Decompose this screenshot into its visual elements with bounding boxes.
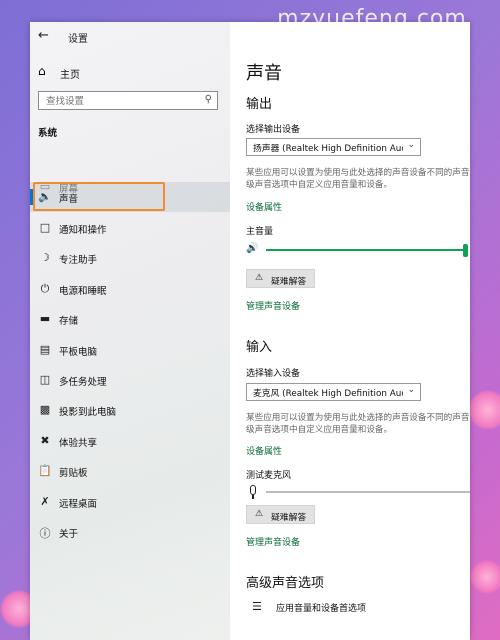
volume-track[interactable] (266, 244, 468, 257)
home-label: 主页 (60, 70, 80, 81)
output-heading: 输出 (246, 97, 273, 112)
sliders-icon: ☰ (252, 600, 262, 613)
settings-window: ← 设置 ⌂ 主页 ⚲ 系统 ▭ 屏幕 🔈 声音 □ 通知和操作 ☽ 专注助手 (30, 22, 470, 640)
microphone-stem (252, 495, 254, 499)
output-description-line1: 某些应用可以设置为使用与此处选择的声音设备不同的声音 (246, 168, 470, 178)
input-device-label: 选择输入设备 (246, 369, 301, 379)
warning-icon: ⚠ (255, 509, 264, 519)
microphone-level-meter (246, 485, 470, 501)
chevron-down-icon: ⌄ (407, 140, 415, 150)
project-icon: ▩ (39, 403, 51, 416)
search-icon[interactable]: ⚲ (205, 94, 212, 105)
volume-thumb[interactable] (463, 244, 468, 257)
sidebar-item-label: 存储 (59, 316, 79, 327)
sidebar-item-multitasking[interactable]: ◫ 多任务处理 (30, 365, 230, 395)
volume-label: 主音量 (246, 227, 274, 237)
section-label: 系统 (38, 128, 58, 139)
output-manage-devices-link[interactable]: 管理声音设备 (246, 299, 300, 312)
page-title: 声音 (246, 63, 282, 84)
input-troubleshoot-button[interactable]: ⚠ 疑难解答 (246, 505, 315, 524)
output-device-select[interactable]: 扬声器 (Realtek High Definition Audi... ⌄ (246, 138, 421, 156)
output-troubleshoot-button[interactable]: ⚠ 疑难解答 (246, 269, 315, 288)
back-arrow-icon[interactable]: ← (38, 28, 49, 43)
moon-icon: ☽ (40, 251, 50, 264)
flower-decoration (470, 560, 500, 594)
sidebar-item-clipboard[interactable]: 📋 剪贴板 (30, 456, 230, 486)
sidebar-item-label: 投影到此电脑 (59, 407, 117, 418)
window-title: 设置 (68, 34, 88, 45)
sidebar-item-label: 多任务处理 (59, 377, 107, 388)
test-microphone-label: 测试麦克风 (246, 471, 292, 481)
sidebar-item-label: 专注助手 (59, 255, 98, 266)
input-device-select[interactable]: 麦克风 (Realtek High Definition Audi... ⌄ (246, 383, 421, 401)
main-content: 声音 输出 选择输出设备 扬声器 (Realtek High Definitio… (230, 22, 470, 640)
output-description-line2: 级声音选项中自定义应用音量和设备。 (246, 180, 393, 190)
sidebar-item-label: 平板电脑 (59, 347, 98, 358)
app-volume-preferences-link[interactable]: ☰ 应用音量和设备首选项 (252, 600, 470, 616)
advanced-heading: 高级声音选项 (246, 576, 325, 591)
sidebar-item-about[interactable]: ⓘ 关于 (30, 517, 230, 547)
home-link[interactable]: ⌂ 主页 (38, 64, 218, 82)
sidebar-item-label: 剪贴板 (59, 468, 88, 479)
sidebar-item-project[interactable]: ▩ 投影到此电脑 (30, 395, 230, 425)
input-device-value: 麦克风 (Realtek High Definition Audi... (253, 389, 403, 399)
info-icon: ⓘ (39, 527, 51, 540)
output-device-label: 选择输出设备 (246, 125, 301, 135)
input-device-properties-link[interactable]: 设备属性 (246, 444, 282, 457)
speaker-icon: 🔊 (246, 243, 259, 254)
notification-icon: □ (39, 221, 51, 234)
multitask-icon: ◫ (39, 373, 51, 386)
sidebar-item-remote-desktop[interactable]: ✗ 远程桌面 (30, 487, 230, 517)
sidebar-item-shared-experiences[interactable]: ✖ 体验共享 (30, 426, 230, 456)
search-input[interactable] (44, 94, 198, 109)
clipboard-icon: 📋 (38, 464, 52, 477)
share-icon: ✖ (40, 434, 50, 447)
sidebar-item-notifications[interactable]: □ 通知和操作 (30, 213, 230, 243)
sidebar-item-focus-assist[interactable]: ☽ 专注助手 (30, 243, 230, 273)
input-heading: 输入 (246, 340, 273, 355)
sidebar-item-label: 关于 (59, 529, 79, 540)
title-bar: ← 设置 (30, 22, 230, 52)
troubleshoot-label: 疑难解答 (271, 277, 307, 287)
highlight-box (33, 182, 165, 211)
microphone-icon (250, 485, 256, 495)
remote-icon: ✗ (40, 495, 50, 508)
storage-icon: ▬ (39, 312, 51, 325)
warning-icon: ⚠ (255, 273, 264, 283)
tablet-icon: ▤ (39, 343, 51, 356)
output-device-value: 扬声器 (Realtek High Definition Audi... (253, 144, 403, 154)
flower-decoration (468, 390, 500, 430)
sidebar-item-storage[interactable]: ▬ 存储 (30, 304, 230, 334)
sidebar-item-label: 通知和操作 (59, 225, 107, 236)
search-box[interactable]: ⚲ (38, 91, 218, 110)
volume-fill (266, 249, 466, 251)
input-description-line2: 级声音选项中自定义应用音量和设备。 (246, 425, 393, 435)
troubleshoot-label: 疑难解答 (271, 513, 307, 523)
sidebar-item-label: 远程桌面 (59, 499, 98, 510)
sidebar-item-label: 体验共享 (59, 438, 98, 449)
home-icon: ⌂ (38, 64, 46, 78)
input-description-line1: 某些应用可以设置为使用与此处选择的声音设备不同的声音 (246, 413, 470, 423)
output-device-properties-link[interactable]: 设备属性 (246, 200, 282, 213)
sidebar: ← 设置 ⌂ 主页 ⚲ 系统 ▭ 屏幕 🔈 声音 □ 通知和操作 ☽ 专注助手 (30, 22, 230, 640)
sidebar-item-label: 电源和睡眠 (59, 286, 107, 297)
sidebar-item-power-sleep[interactable]: ⏻ 电源和睡眠 (30, 274, 230, 304)
master-volume-slider[interactable]: 🔊 (246, 243, 470, 257)
chevron-down-icon: ⌄ (407, 385, 415, 395)
power-icon: ⏻ (40, 282, 50, 295)
input-manage-devices-link[interactable]: 管理声音设备 (246, 535, 300, 548)
sidebar-item-tablet[interactable]: ▤ 平板电脑 (30, 335, 230, 365)
mic-level-bar (266, 491, 470, 493)
app-volume-preferences-label: 应用音量和设备首选项 (276, 604, 367, 614)
